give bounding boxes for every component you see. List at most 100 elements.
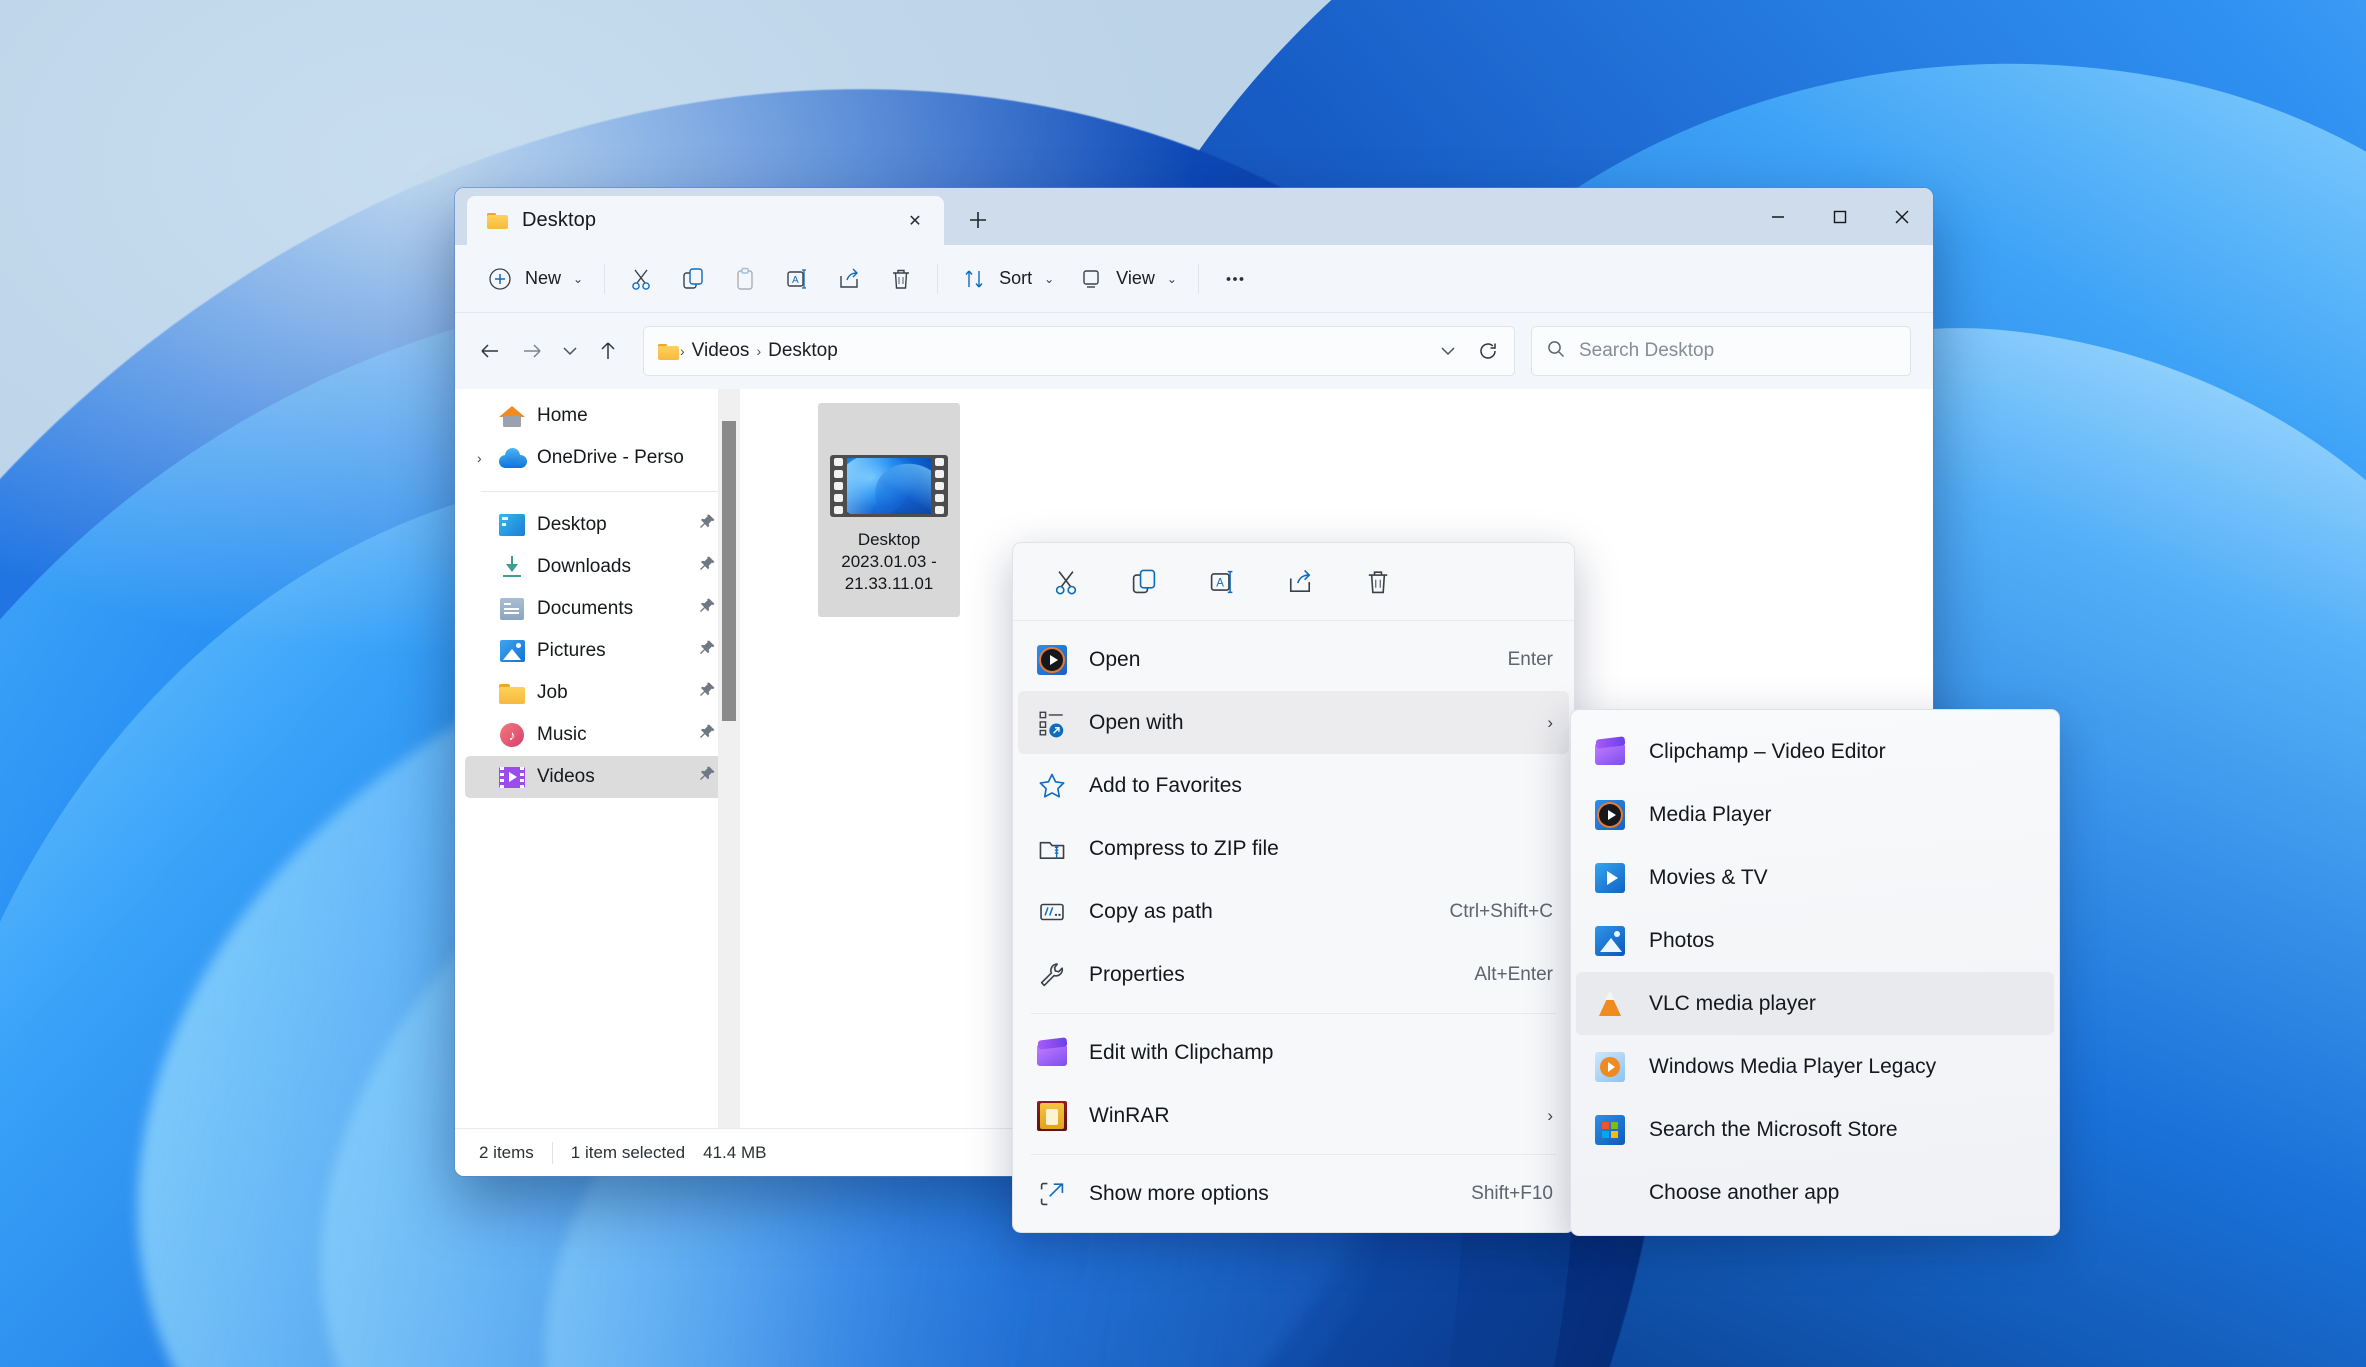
- refresh-button[interactable]: [1468, 331, 1508, 371]
- sidebar-item-videos[interactable]: Videos: [465, 756, 732, 798]
- documents-icon: [499, 597, 525, 621]
- arrow-left-icon: [481, 344, 498, 358]
- thumbnail-image: [847, 458, 931, 514]
- rename-button[interactable]: A: [1183, 555, 1261, 609]
- wrench-icon: [1035, 958, 1069, 992]
- cut-button[interactable]: [615, 255, 667, 303]
- desktop-icon: [499, 513, 525, 537]
- more-options-button[interactable]: [1209, 255, 1261, 303]
- expand-chevron-icon[interactable]: ›: [477, 450, 499, 466]
- share-button[interactable]: [1261, 555, 1339, 609]
- new-button[interactable]: New ⌄: [474, 255, 594, 303]
- up-button[interactable]: [587, 330, 629, 372]
- refresh-icon: [1480, 343, 1496, 359]
- chevron-down-icon: [1441, 347, 1455, 356]
- menu-item-properties[interactable]: Properties Alt+Enter: [1018, 943, 1569, 1006]
- rename-button[interactable]: A: [771, 255, 823, 303]
- sidebar-item-documents[interactable]: Documents: [465, 588, 732, 630]
- menu-item-edit-with-clipchamp[interactable]: Edit with Clipchamp: [1018, 1021, 1569, 1084]
- breadcrumb-videos[interactable]: Videos: [686, 337, 756, 365]
- menu-item-label: Copy as path: [1089, 899, 1213, 923]
- wmp-legacy-icon: [1593, 1050, 1627, 1084]
- title-bar: Desktop ✕: [455, 188, 1933, 245]
- breadcrumb-desktop[interactable]: Desktop: [762, 337, 844, 365]
- menu-item-label: WinRAR: [1089, 1103, 1170, 1127]
- sort-button[interactable]: Sort ⌄: [948, 255, 1065, 303]
- sidebar-item-music[interactable]: ♪ Music: [465, 714, 732, 756]
- pin-icon: [698, 555, 716, 579]
- trash-icon: [886, 264, 916, 294]
- divider: [1197, 263, 1199, 294]
- pin-icon: [698, 513, 716, 537]
- divider: [604, 263, 606, 294]
- submenu-item-choose-another-app[interactable]: Choose another app: [1576, 1161, 2054, 1224]
- menu-item-label: Add to Favorites: [1089, 773, 1242, 797]
- submenu-item-movies-tv[interactable]: Movies & TV: [1576, 846, 2054, 909]
- submenu-item-label: Media Player: [1649, 802, 1772, 826]
- recent-locations-button[interactable]: [553, 330, 587, 372]
- sidebar-item-job[interactable]: Job: [465, 672, 732, 714]
- back-button[interactable]: [469, 330, 511, 372]
- delete-button[interactable]: [875, 255, 927, 303]
- item-count-label: 2 items: [479, 1142, 534, 1162]
- file-item[interactable]: Desktop 2023.01.03 - 21.33.11.01: [818, 403, 960, 617]
- menu-item-copy-as-path[interactable]: Copy as path Ctrl+Shift+C: [1018, 880, 1569, 943]
- close-window-button[interactable]: [1871, 188, 1933, 245]
- pin-icon: [698, 765, 716, 789]
- photos-icon: [1593, 924, 1627, 958]
- submenu-item-photos[interactable]: Photos: [1576, 909, 2054, 972]
- trash-icon: [1368, 570, 1388, 593]
- pin-icon: [698, 723, 716, 747]
- search-box[interactable]: [1531, 326, 1911, 376]
- star-icon: [1035, 769, 1069, 803]
- new-tab-button[interactable]: [956, 198, 1000, 242]
- menu-item-winrar[interactable]: WinRAR ›: [1018, 1084, 1569, 1147]
- menu-item-open[interactable]: Open Enter: [1018, 628, 1569, 691]
- menu-item-label: Show more options: [1089, 1181, 1269, 1205]
- submenu-item-media-player[interactable]: Media Player: [1576, 783, 2054, 846]
- download-icon: [499, 555, 525, 579]
- cut-button[interactable]: [1027, 555, 1105, 609]
- sidebar-divider: [481, 491, 718, 492]
- search-input[interactable]: [1579, 340, 1896, 362]
- share-button[interactable]: [823, 255, 875, 303]
- command-bar: New ⌄ A Sort ⌄ View ⌄: [455, 245, 1933, 313]
- copy-icon: [678, 264, 708, 294]
- delete-button[interactable]: [1339, 555, 1417, 609]
- paste-button[interactable]: [719, 255, 771, 303]
- breadcrumb-bar[interactable]: › Videos › Desktop: [643, 326, 1515, 376]
- view-button[interactable]: View ⌄: [1065, 255, 1188, 303]
- submenu-item-microsoft-store[interactable]: Search the Microsoft Store: [1576, 1098, 2054, 1161]
- sidebar-item-home[interactable]: Home: [465, 395, 732, 437]
- copy-button[interactable]: [1105, 555, 1183, 609]
- copy-icon: [1132, 569, 1156, 593]
- scrollbar-thumb[interactable]: [722, 421, 736, 721]
- submenu-item-label: Search the Microsoft Store: [1649, 1117, 1898, 1141]
- navigation-scrollbar[interactable]: [718, 389, 740, 1128]
- tab-desktop[interactable]: Desktop ✕: [467, 196, 944, 245]
- videos-icon: [499, 765, 525, 789]
- sidebar-item-label: Home: [537, 405, 588, 426]
- maximize-button[interactable]: [1809, 188, 1871, 245]
- menu-item-compress-to-zip[interactable]: Compress to ZIP file: [1018, 817, 1569, 880]
- sidebar-item-desktop[interactable]: Desktop: [465, 504, 732, 546]
- menu-item-show-more-options[interactable]: Show more options Shift+F10: [1018, 1162, 1569, 1225]
- submenu-item-clipchamp[interactable]: Clipchamp – Video Editor: [1576, 720, 2054, 783]
- breadcrumb-separator: ›: [680, 343, 685, 359]
- submenu-item-label: Movies & TV: [1649, 865, 1768, 889]
- sidebar-item-downloads[interactable]: Downloads: [465, 546, 732, 588]
- forward-button[interactable]: [511, 330, 553, 372]
- menu-item-open-with[interactable]: Open with ›: [1018, 691, 1569, 754]
- submenu-item-wmp-legacy[interactable]: Windows Media Player Legacy: [1576, 1035, 2054, 1098]
- submenu-item-vlc[interactable]: VLC media player: [1576, 972, 2054, 1035]
- minimize-button[interactable]: [1747, 188, 1809, 245]
- sidebar-item-onedrive[interactable]: › OneDrive - Perso: [465, 437, 732, 479]
- svg-text:A: A: [792, 275, 799, 286]
- onedrive-icon: [499, 446, 527, 470]
- copy-button[interactable]: [667, 255, 719, 303]
- menu-item-add-to-favorites[interactable]: Add to Favorites: [1018, 754, 1569, 817]
- address-dropdown-button[interactable]: [1428, 331, 1468, 371]
- close-tab-icon[interactable]: ✕: [898, 204, 932, 238]
- window-controls: [1747, 188, 1933, 245]
- sidebar-item-pictures[interactable]: Pictures: [465, 630, 732, 672]
